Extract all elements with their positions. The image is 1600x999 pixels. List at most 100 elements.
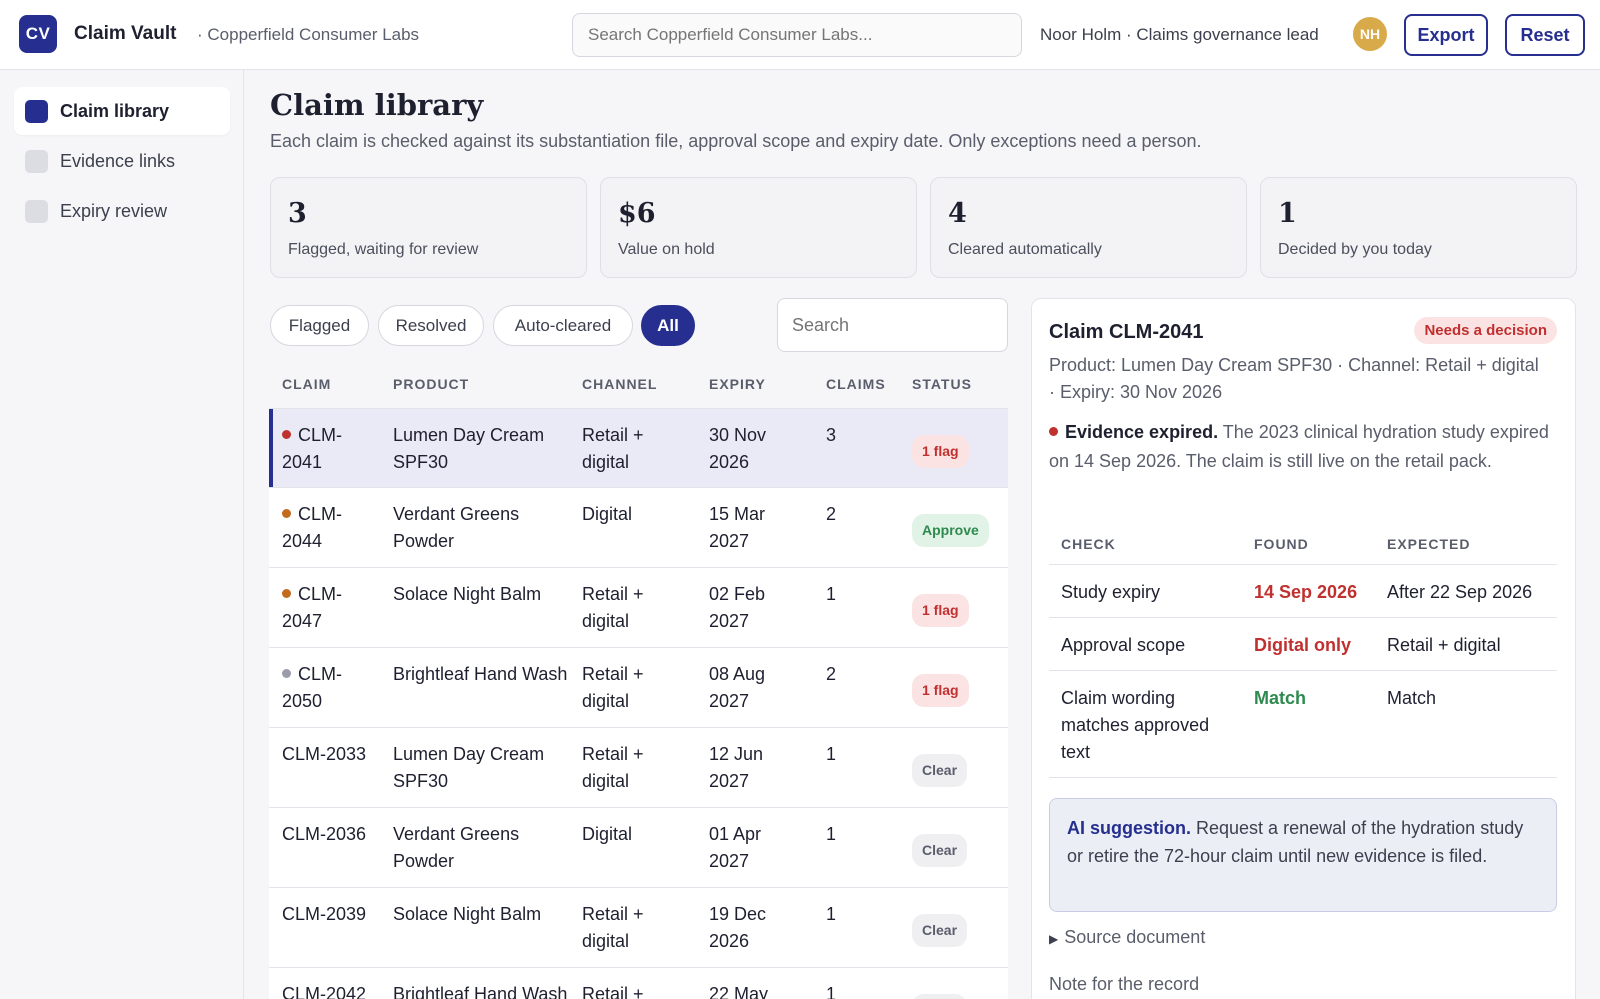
claim-id: CLM-2050 <box>282 661 372 715</box>
status-dot-icon <box>282 509 291 518</box>
column-header: CHECK <box>1061 536 1116 552</box>
claims-count: 3 <box>826 425 837 445</box>
table-row[interactable]: CLM-2041 Lumen Day Cream SPF30 Retail + di… <box>269 408 1008 488</box>
status-badge: Approve <box>912 514 989 547</box>
status-badge: Clear <box>912 834 968 867</box>
column-header[interactable]: CLAIMS <box>826 376 886 392</box>
status-cell: Clear <box>912 914 968 947</box>
check-row: Claim wording matches approved text Matc… <box>1049 671 1557 778</box>
table-row[interactable]: CLM-2033 Lumen Day Cream SPF30 Retail + di… <box>269 728 1008 808</box>
expiry-date: 30 Nov 2026 <box>709 425 767 472</box>
status-cell: Approve <box>912 514 989 547</box>
checks-header: CHECK FOUND EXPECTED <box>1049 521 1557 565</box>
claims-count: 1 <box>826 984 837 999</box>
status-cell: Clear <box>912 754 968 787</box>
source-document-label: Source document <box>1064 927 1206 947</box>
claim-id-text: CLM-2041 <box>282 425 342 472</box>
avatar[interactable]: NH <box>1353 17 1387 51</box>
sidebar-item-expiry-review[interactable]: Expiry review <box>14 187 230 235</box>
product-name: Solace Night Balm <box>393 584 542 604</box>
claim-detail-panel: Claim CLM-2041 Needs a decision Product:… <box>1031 298 1576 999</box>
table-row[interactable]: CLM-2047 Solace Night Balm Retail + digita… <box>269 568 1008 648</box>
product-name: Verdant Greens Powder <box>393 504 520 551</box>
product-name: Brightleaf Hand Wash <box>393 984 568 999</box>
table-row[interactable]: CLM-2036 Verdant Greens Powder Digital 01 A… <box>269 808 1008 888</box>
table-row[interactable]: CLM-2042 Brightleaf Hand Wash Retail + dig… <box>269 968 1008 999</box>
column-header[interactable]: EXPIRY <box>709 376 766 392</box>
claim-id: CLM-2044 <box>282 501 372 555</box>
expiry-date: 15 Mar 2027 <box>709 504 766 551</box>
stat-label: Decided by you today <box>1278 241 1432 258</box>
filter-flagged[interactable]: Flagged <box>270 305 369 346</box>
channel: Retail + digital <box>582 425 644 472</box>
filter-auto-cleared[interactable]: Auto-cleared <box>493 305 633 346</box>
sidebar-item-label: Claim library <box>60 100 170 121</box>
alert-title: Evidence expired. <box>1065 422 1219 442</box>
ai-suggestion: AI suggestion. Request a renewal of the … <box>1049 798 1557 912</box>
check-found: 14 Sep 2026 <box>1254 582 1358 602</box>
claim-id-text: CLM-2033 <box>282 744 367 764</box>
claims-table: CLAIM PRODUCT CHANNEL EXPIRY CLAIMS STAT… <box>269 360 1008 999</box>
status-badge: Clear <box>912 914 968 947</box>
top-bar: CV Claim Vault · Copperfield Consumer La… <box>0 0 1600 70</box>
table-search-input[interactable] <box>777 298 1008 352</box>
global-search-input[interactable] <box>572 13 1022 57</box>
sidebar: Claim library Evidence links Expiry revi… <box>0 70 244 999</box>
status-badge: Needs a decision <box>1414 317 1557 344</box>
stat-label: Value on hold <box>618 241 715 258</box>
claims-count: 1 <box>826 824 837 844</box>
column-header[interactable]: CLAIM <box>282 376 331 392</box>
filter-resolved[interactable]: Resolved <box>378 305 484 346</box>
table-row[interactable]: CLM-2044 Verdant Greens Powder Digital 15 M… <box>269 488 1008 568</box>
table-row[interactable]: CLM-2050 Brightleaf Hand Wash Retail + dig… <box>269 648 1008 728</box>
check-expected: Retail + digital <box>1387 635 1501 655</box>
ai-suggestion-title: AI suggestion. <box>1067 818 1192 838</box>
reset-button[interactable]: Reset <box>1505 14 1585 56</box>
table-row[interactable]: CLM-2039 Solace Night Balm Retail + digita… <box>269 888 1008 968</box>
source-document-toggle[interactable]: ▶ Source document <box>1049 927 1205 948</box>
product-name: Brightleaf Hand Wash <box>393 664 568 684</box>
status-dot-icon <box>282 669 291 678</box>
stat-card-value-on-hold: $6 Value on hold <box>600 177 917 278</box>
claim-id: CLM-2033 <box>282 741 372 768</box>
claim-library-icon <box>25 99 48 123</box>
status-badge: 1 flag <box>912 435 969 468</box>
channel: Digital <box>582 824 633 844</box>
sidebar-item-claim-library[interactable]: Claim library <box>14 87 230 135</box>
expiry-date: 01 Apr 2027 <box>709 824 762 871</box>
stat-card-cleared: 4 Cleared automatically <box>930 177 1247 278</box>
detail-title: Claim CLM-2041 <box>1049 321 1204 343</box>
column-header: FOUND <box>1254 536 1309 552</box>
status-cell: Clear <box>912 994 968 999</box>
app-logo[interactable]: CV <box>19 15 57 53</box>
sidebar-item-evidence-links[interactable]: Evidence links <box>14 137 230 185</box>
alert-dot-icon <box>1049 427 1058 436</box>
column-header[interactable]: CHANNEL <box>582 376 657 392</box>
table-header: CLAIM PRODUCT CHANNEL EXPIRY CLAIMS STAT… <box>269 360 1008 408</box>
app-name: Claim Vault <box>74 23 177 44</box>
column-header: EXPECTED <box>1387 536 1471 552</box>
export-button[interactable]: Export <box>1404 14 1488 56</box>
product-name: Lumen Day Cream SPF30 <box>393 744 545 791</box>
filter-all[interactable]: All <box>641 305 695 346</box>
evidence-links-icon <box>25 149 48 173</box>
channel: Digital <box>582 504 633 524</box>
stat-label: Cleared automatically <box>948 241 1102 258</box>
claims-count: 1 <box>826 744 837 764</box>
expiry-review-icon <box>25 199 48 223</box>
status-dot-icon <box>282 589 291 598</box>
claim-id-text: CLM-2039 <box>282 904 367 924</box>
column-header[interactable]: PRODUCT <box>393 376 469 392</box>
check-found: Match <box>1254 688 1307 708</box>
sidebar-item-label: Evidence links <box>60 150 176 171</box>
claim-id-text: CLM-2042 <box>282 984 367 999</box>
column-header[interactable]: STATUS <box>912 376 972 392</box>
claim-id: CLM-2039 <box>282 901 372 928</box>
status-badge: 1 flag <box>912 594 969 627</box>
check-expected: After 22 Sep 2026 <box>1387 582 1533 602</box>
status-badge: Clear <box>912 754 968 787</box>
expiry-date: 19 Dec 2026 <box>709 904 767 951</box>
stat-card-decided: 1 Decided by you today <box>1260 177 1577 278</box>
channel: Retail + digital <box>582 664 644 711</box>
channel: Retail + digital <box>582 584 644 631</box>
